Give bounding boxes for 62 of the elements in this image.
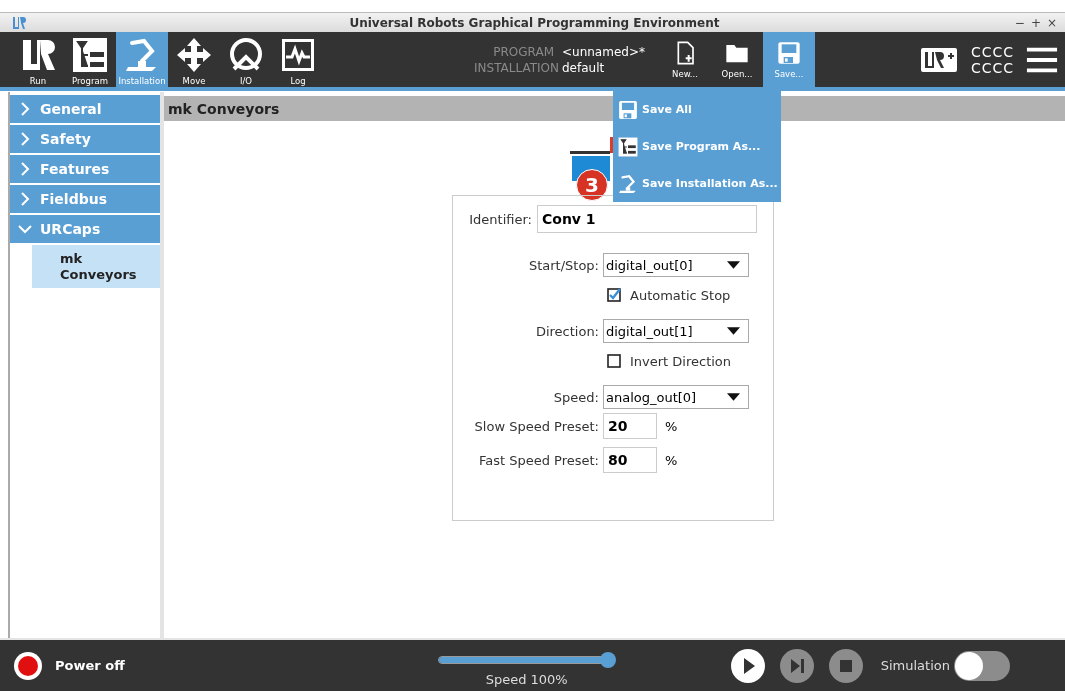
menu-icon[interactable] — [1026, 45, 1058, 74]
chevron-icon — [18, 192, 32, 206]
window-title: Universal Robots Graphical Programming Environment — [348, 15, 721, 30]
field-label: Identifier: — [469, 211, 532, 227]
unit-label: % — [665, 418, 678, 434]
file-button[interactable]: New... — [659, 32, 711, 87]
dropdown[interactable]: digital_out[1] — [603, 319, 749, 343]
nav-tab[interactable]: Program — [64, 32, 116, 87]
field-label: Start/Stop: — [527, 257, 599, 273]
checkbox-label: Invert Direction — [630, 353, 732, 369]
nav-tab[interactable]: Move — [168, 32, 220, 87]
field-label: Slow Speed Preset: — [473, 418, 599, 434]
play-button[interactable] — [730, 648, 765, 683]
simulation-label: Simulation — [880, 658, 950, 673]
stop-button[interactable] — [828, 648, 863, 683]
simulation-toggle[interactable] — [953, 650, 1010, 681]
user-name: CCCC — [970, 43, 1014, 60]
power-status: Power off — [55, 658, 125, 673]
field-label: Speed: — [552, 389, 599, 405]
move-arrows-icon — [176, 37, 212, 73]
ur-logo-icon — [20, 37, 56, 73]
ur-plus-icon[interactable] — [920, 45, 957, 74]
checkbox[interactable] — [607, 354, 621, 368]
caret-icon — [727, 261, 740, 269]
power-button[interactable] — [14, 651, 42, 680]
checkbox[interactable] — [607, 288, 621, 302]
caret-icon — [727, 327, 740, 335]
file-button[interactable]: Open... — [711, 32, 763, 87]
file-info-value: <unnamed>* — [562, 44, 645, 59]
speed-slider[interactable] — [437, 652, 616, 668]
window-control[interactable]: + — [1030, 15, 1041, 30]
chevron-icon — [18, 222, 32, 236]
file-info-label: PROGRAM — [492, 44, 554, 59]
dropdown[interactable]: analog_out[0] — [603, 385, 749, 409]
number-field[interactable]: 20 — [603, 413, 657, 439]
checkbox-label: Automatic Stop — [630, 287, 731, 303]
robot-arm-icon — [618, 172, 638, 195]
window-control[interactable]: − — [1014, 15, 1025, 30]
chevron-icon — [18, 162, 32, 176]
nav-tab[interactable]: I/O — [220, 32, 272, 87]
waveform-icon — [280, 37, 316, 73]
speed-label: Speed 100% — [485, 672, 568, 687]
user-name: CCCC — [970, 59, 1014, 76]
program-tree-icon — [72, 37, 108, 73]
sidebar-subitem[interactable]: mk Conveyors — [32, 245, 160, 289]
identifier-field[interactable]: Conv 1 — [537, 205, 757, 233]
nav-tab[interactable]: Log — [272, 32, 324, 87]
unit-label: % — [665, 452, 678, 468]
field-label: Direction: — [534, 323, 599, 339]
nav-tab[interactable]: Run — [12, 32, 64, 87]
number-field[interactable]: 80 — [603, 447, 657, 473]
io-gauge-icon — [228, 37, 264, 73]
ur-logo-icon — [12, 15, 26, 30]
step-button[interactable] — [779, 648, 814, 683]
program-tree-icon — [618, 135, 638, 158]
chevron-icon — [18, 102, 32, 116]
dropdown[interactable]: digital_out[0] — [603, 253, 749, 277]
window-control[interactable]: × — [1046, 15, 1057, 30]
file-info-value: default — [562, 60, 605, 75]
caret-icon — [727, 393, 740, 401]
field-label: Fast Speed Preset: — [477, 452, 599, 468]
chevron-icon — [18, 132, 32, 146]
